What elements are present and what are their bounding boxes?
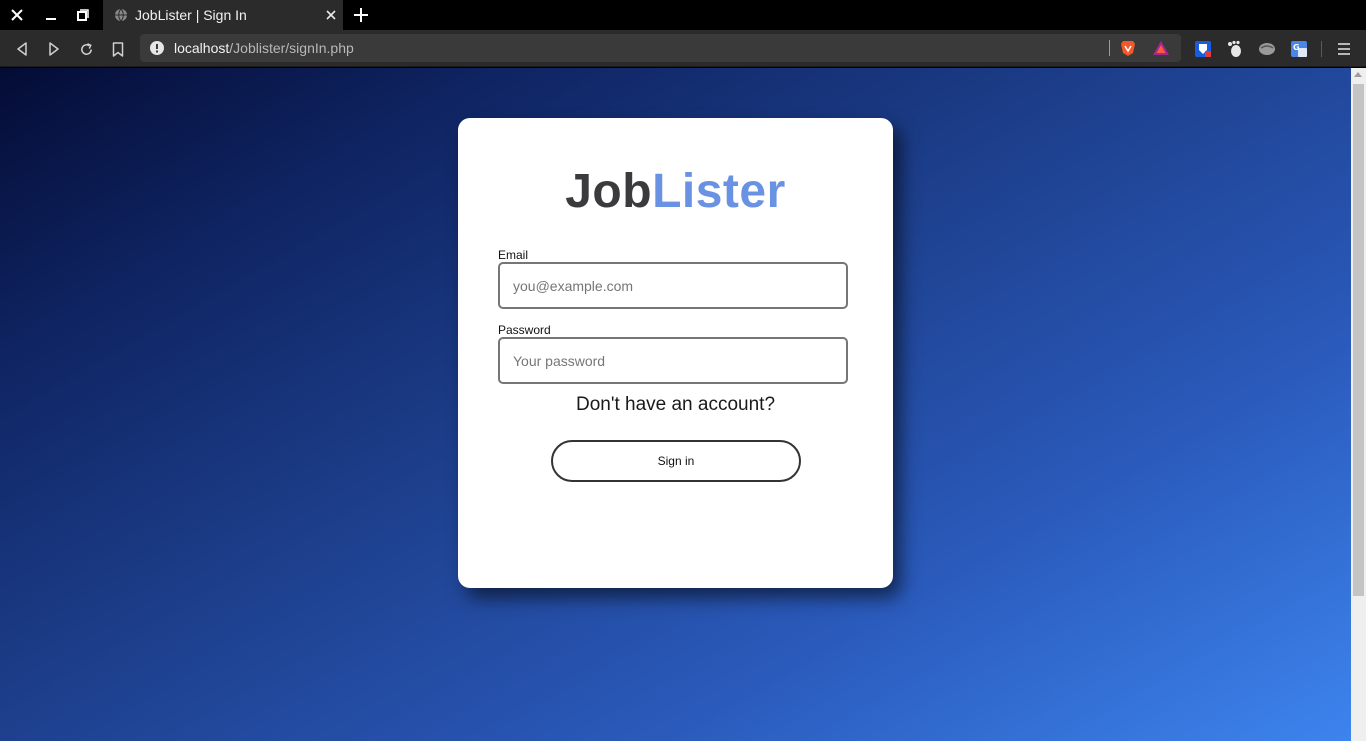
signup-link[interactable]: Don't have an account?: [458, 394, 893, 416]
toolbar-divider: [1321, 41, 1322, 57]
extension-icon[interactable]: [1257, 39, 1277, 59]
new-tab-button[interactable]: [350, 5, 372, 25]
reload-icon: [80, 42, 92, 55]
translate-icon[interactable]: G: [1289, 39, 1309, 59]
logo-part-job: Job: [565, 165, 653, 218]
url-divider: [1109, 40, 1110, 56]
url-path: /Joblister/signIn.php: [229, 40, 354, 56]
bitwarden-icon[interactable]: [1193, 39, 1213, 59]
reload-button[interactable]: [75, 38, 97, 60]
forward-button[interactable]: [43, 38, 65, 60]
url-host: localhost: [174, 40, 230, 56]
back-icon: [17, 42, 27, 56]
browser-toolbar: localhost/Joblister/signIn.php G: [0, 30, 1366, 67]
signin-button[interactable]: Sign in: [551, 440, 801, 482]
page-scrollbar[interactable]: [1351, 68, 1366, 741]
email-label: Email: [498, 248, 529, 262]
address-bar[interactable]: localhost/Joblister/signIn.php: [140, 34, 1181, 62]
minimize-icon[interactable]: [34, 0, 68, 30]
url-text[interactable]: localhost/Joblister/signIn.php: [174, 40, 354, 56]
brave-shield-icon[interactable]: [1119, 39, 1137, 57]
password-field[interactable]: [498, 337, 848, 384]
gnome-icon[interactable]: [1225, 39, 1245, 59]
site-logo: JobLister: [458, 164, 893, 219]
tab-title: JobLister | Sign In: [135, 7, 247, 23]
globe-icon: [114, 8, 128, 22]
scroll-thumb[interactable]: [1353, 84, 1364, 596]
signin-card: JobLister Email Password Don't have an a…: [458, 118, 893, 588]
scroll-up-arrow-icon[interactable]: [1354, 72, 1362, 77]
back-button[interactable]: [11, 38, 33, 60]
password-label: Password: [498, 323, 551, 337]
tab-strip: JobLister | Sign In: [0, 0, 1366, 30]
window-close-icon[interactable]: [0, 0, 34, 30]
plus-icon: [354, 8, 368, 22]
info-icon[interactable]: [150, 41, 164, 55]
svg-text:G: G: [1293, 43, 1300, 52]
brave-rewards-icon[interactable]: [1152, 40, 1170, 56]
tab-close-icon[interactable]: [323, 7, 339, 23]
logo-part-lister: Lister: [652, 165, 786, 218]
page-viewport: JobLister Email Password Don't have an a…: [0, 68, 1351, 741]
bookmark-button[interactable]: [107, 38, 129, 60]
active-tab[interactable]: JobLister | Sign In: [103, 0, 343, 30]
email-field[interactable]: [498, 262, 848, 309]
bookmark-icon: [112, 41, 124, 57]
hamburger-menu-icon[interactable]: [1334, 39, 1354, 59]
restore-icon[interactable]: [66, 0, 100, 30]
forward-icon: [49, 42, 59, 56]
